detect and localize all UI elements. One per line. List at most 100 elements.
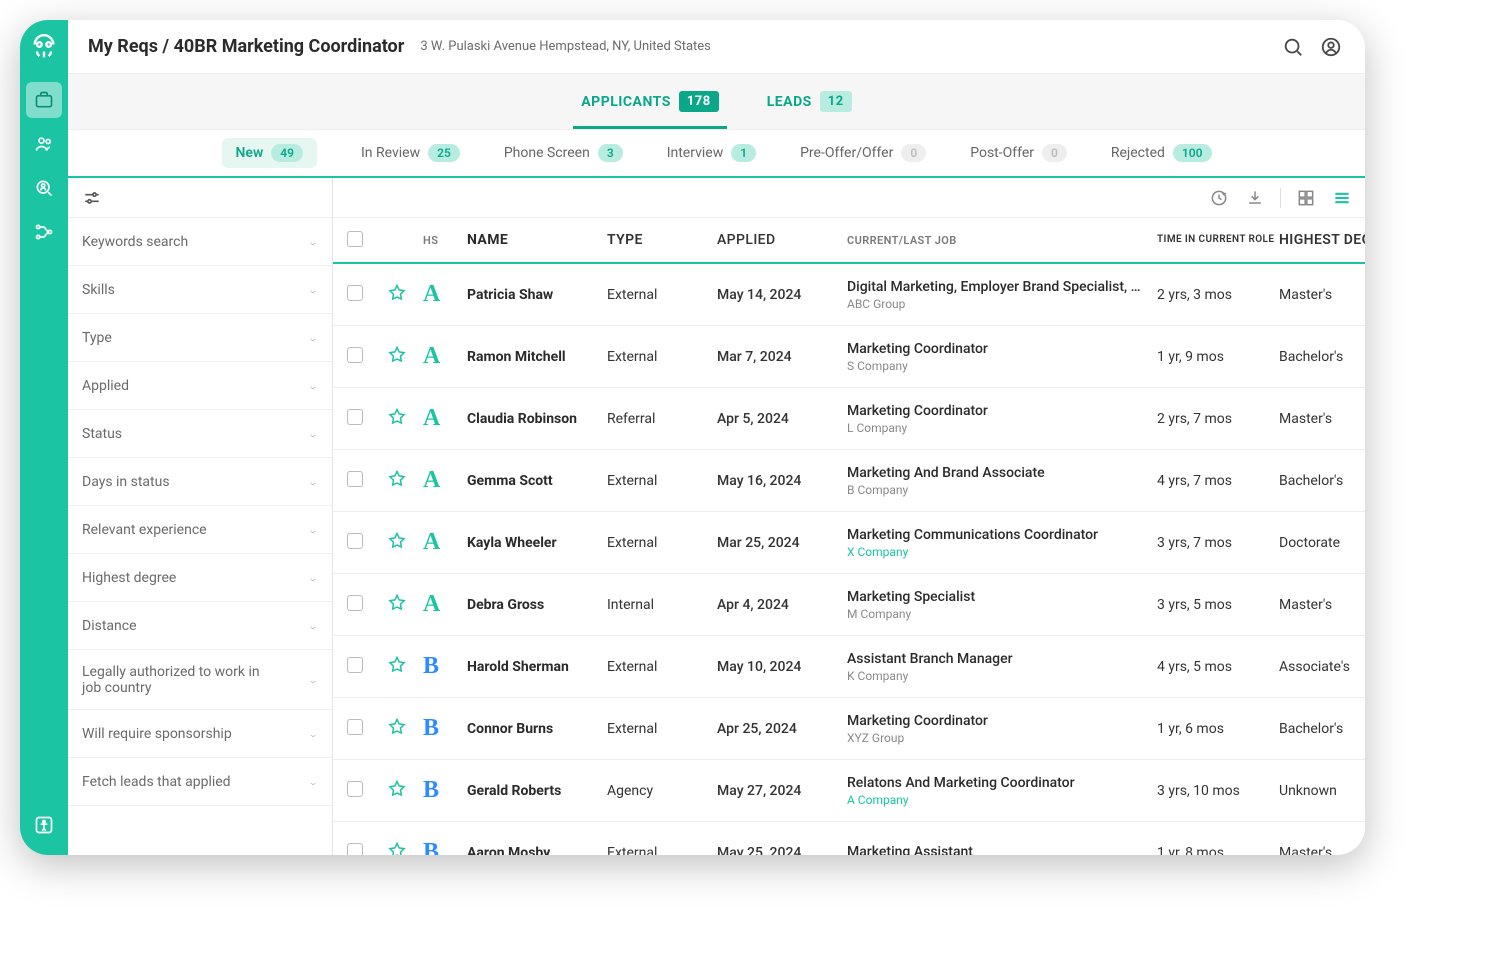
col-applied[interactable]: APPLIED xyxy=(717,232,847,248)
filters-header[interactable] xyxy=(68,178,332,218)
applicant-row[interactable]: A Claudia Robinson Referral Apr 5, 2024 … xyxy=(333,388,1365,450)
company-name: XYZ Group xyxy=(847,731,1157,745)
filter-highest-degree[interactable]: Highest degree⌄ xyxy=(68,554,332,602)
hireability-score: A xyxy=(423,529,440,556)
favorite-star-icon[interactable] xyxy=(387,412,407,431)
applicant-row[interactable]: A Kayla Wheeler External Mar 25, 2024 Ma… xyxy=(333,512,1365,574)
filter-label: Will require sponsorship xyxy=(82,726,232,742)
favorite-star-icon[interactable] xyxy=(387,598,407,617)
select-all-checkbox[interactable] xyxy=(347,231,363,247)
user-profile-icon[interactable] xyxy=(1317,33,1345,61)
filter-distance[interactable]: Distance⌄ xyxy=(68,602,332,650)
col-degree[interactable]: HIGHEST DEGREE xyxy=(1279,232,1365,248)
list-view-icon[interactable] xyxy=(1331,187,1353,209)
favorite-star-icon[interactable] xyxy=(387,474,407,493)
highest-degree: Master's xyxy=(1279,287,1365,303)
tab-applicants[interactable]: APPLICANTS 178 xyxy=(577,74,722,129)
company-name: A Company xyxy=(847,793,1157,807)
filter-status[interactable]: Status ⌄ xyxy=(68,410,332,458)
filter-fetch-leads-that-applied[interactable]: Fetch leads that applied⌄ xyxy=(68,758,332,806)
nav-reqs-icon[interactable] xyxy=(26,82,62,118)
time-in-role: 4 yrs, 5 mos xyxy=(1157,659,1279,675)
col-name[interactable]: NAME xyxy=(467,232,607,248)
filter-skills[interactable]: Skills⌄ xyxy=(68,266,332,314)
status-tab-interview[interactable]: Interview1 xyxy=(667,130,756,176)
time-in-role: 1 yr, 8 mos xyxy=(1157,845,1279,856)
row-checkbox[interactable] xyxy=(347,285,363,301)
favorite-star-icon[interactable] xyxy=(387,846,407,856)
applicant-type: Referral xyxy=(607,411,717,427)
filter-label: Status xyxy=(82,426,122,442)
chevron-down-icon: ⌄ xyxy=(308,429,318,439)
status-tab-rejected[interactable]: Rejected100 xyxy=(1111,130,1212,176)
row-checkbox[interactable] xyxy=(347,657,363,673)
applicant-row[interactable]: A Debra Gross Internal Apr 4, 2024 Marke… xyxy=(333,574,1365,636)
filter-label: Legally authorized to work in job countr… xyxy=(82,664,282,696)
chevron-down-icon: ⌄ xyxy=(308,285,318,295)
breadcrumb[interactable]: My Reqs / 40BR Marketing Coordinator xyxy=(88,36,404,57)
nav-accessibility-icon[interactable] xyxy=(26,807,62,843)
row-checkbox[interactable] xyxy=(347,347,363,363)
status-tab-phone-screen[interactable]: Phone Screen3 xyxy=(504,130,623,176)
filter-keywords-search[interactable]: Keywords search ⌄ xyxy=(68,218,332,266)
nav-search-person-icon[interactable] xyxy=(26,170,62,206)
applicant-row[interactable]: A Gemma Scott External May 16, 2024 Mark… xyxy=(333,450,1365,512)
col-job[interactable]: CURRENT/LAST JOB xyxy=(847,234,1157,247)
filter-legally-authorized-to-work-in-job-country[interactable]: Legally authorized to work in job countr… xyxy=(68,650,332,710)
filter-will-require-sponsorship[interactable]: Will require sponsorship⌄ xyxy=(68,710,332,758)
col-hs[interactable]: HS xyxy=(423,234,467,247)
company-name: ABC Group xyxy=(847,297,1157,311)
applicant-row[interactable]: B Harold Sherman External May 10, 2024 A… xyxy=(333,636,1365,698)
job-title: Marketing Coordinator xyxy=(847,403,1147,419)
applicant-type: External xyxy=(607,535,717,551)
favorite-star-icon[interactable] xyxy=(387,722,407,741)
favorite-star-icon[interactable] xyxy=(387,288,407,307)
row-checkbox[interactable] xyxy=(347,781,363,797)
left-nav-rail xyxy=(20,20,68,855)
applicant-row[interactable]: B Gerald Roberts Agency May 27, 2024 Rel… xyxy=(333,760,1365,822)
status-tab-post-offer[interactable]: Post-Offer0 xyxy=(970,130,1067,176)
filter-relevant-experience[interactable]: Relevant experience⌄ xyxy=(68,506,332,554)
applicant-row[interactable]: B Connor Burns External Apr 25, 2024 Mar… xyxy=(333,698,1365,760)
nav-workflow-icon[interactable] xyxy=(26,214,62,250)
hireability-score: B xyxy=(423,777,439,804)
col-type[interactable]: TYPE xyxy=(607,232,717,248)
download-icon[interactable] xyxy=(1244,187,1266,209)
favorite-star-icon[interactable] xyxy=(387,660,407,679)
search-icon[interactable] xyxy=(1279,33,1307,61)
applicant-row[interactable]: A Patricia Shaw External May 14, 2024 Di… xyxy=(333,264,1365,326)
row-checkbox[interactable] xyxy=(347,843,363,856)
row-checkbox[interactable] xyxy=(347,471,363,487)
hireability-score: A xyxy=(423,591,440,618)
filter-label: Keywords search xyxy=(82,234,188,250)
row-checkbox[interactable] xyxy=(347,409,363,425)
favorite-star-icon[interactable] xyxy=(387,784,407,803)
filters-sidebar: Keywords search⌄Skills⌄Type⌄Applied⌄Stat… xyxy=(68,178,333,855)
refresh-icon[interactable] xyxy=(1208,187,1230,209)
filter-type[interactable]: Type⌄ xyxy=(68,314,332,362)
row-checkbox[interactable] xyxy=(347,719,363,735)
time-in-role: 2 yrs, 3 mos xyxy=(1157,287,1279,303)
applicant-row[interactable]: A Ramon Mitchell External Mar 7, 2024 Ma… xyxy=(333,326,1365,388)
filter-label: Fetch leads that applied xyxy=(82,774,231,790)
favorite-star-icon[interactable] xyxy=(387,536,407,555)
chevron-down-icon: ⌄ xyxy=(308,237,318,247)
nav-people-icon[interactable] xyxy=(26,126,62,162)
favorite-star-icon[interactable] xyxy=(387,350,407,369)
filter-applied[interactable]: Applied⌄ xyxy=(68,362,332,410)
status-tab-pre-offer-offer[interactable]: Pre-Offer/Offer0 xyxy=(800,130,926,176)
time-in-role: 3 yrs, 5 mos xyxy=(1157,597,1279,613)
status-tab-new[interactable]: New49 xyxy=(222,138,318,168)
filter-label: Type xyxy=(82,330,112,346)
filter-days-in-status[interactable]: Days in status⌄ xyxy=(68,458,332,506)
col-time[interactable]: TIME IN CURRENT ROLE xyxy=(1157,234,1279,246)
applied-date: Apr 25, 2024 xyxy=(717,721,847,737)
tab-leads[interactable]: LEADS 12 xyxy=(763,74,856,129)
applied-date: May 10, 2024 xyxy=(717,659,847,675)
row-checkbox[interactable] xyxy=(347,533,363,549)
applicant-row[interactable]: B Aaron Mosby External May 25, 2024 Mark… xyxy=(333,822,1365,855)
status-tab-in-review[interactable]: In Review25 xyxy=(361,130,460,176)
grid-view-icon[interactable] xyxy=(1295,187,1317,209)
row-checkbox[interactable] xyxy=(347,595,363,611)
applicant-name: Aaron Mosby xyxy=(467,845,607,856)
